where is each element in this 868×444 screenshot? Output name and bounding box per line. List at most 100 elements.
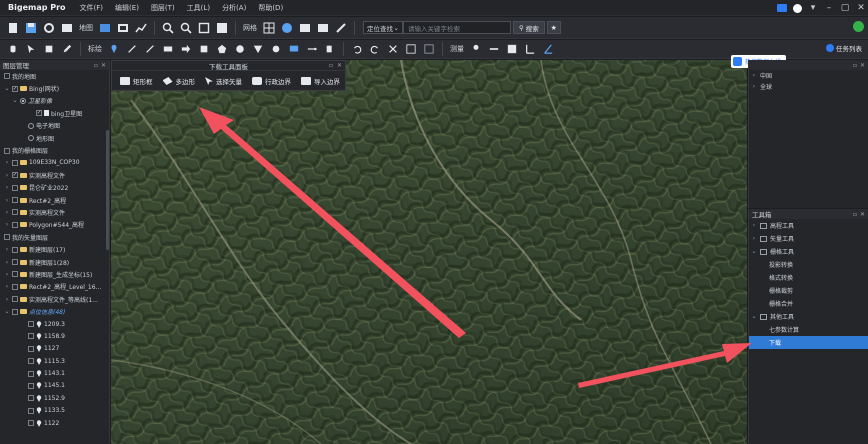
layer-checkbox[interactable] — [28, 358, 34, 365]
cut-icon[interactable] — [386, 42, 400, 56]
layer-checkbox[interactable]: ✓ — [12, 172, 18, 179]
layer-item[interactable]: 1115.3 — [0, 355, 109, 367]
settings-icon[interactable]: ▾ — [808, 0, 818, 16]
layer-panel-scrollbar[interactable] — [106, 130, 109, 250]
layer-item[interactable]: 地形图 — [0, 132, 109, 144]
expand-chevron-icon[interactable]: › — [4, 246, 10, 253]
layer-item[interactable]: › 新建图层1(28) — [0, 256, 109, 268]
measure-area-icon[interactable] — [505, 42, 519, 56]
table-icon[interactable] — [298, 21, 312, 35]
layer-checkbox[interactable] — [12, 283, 18, 290]
layer-item[interactable]: › 109E33N_COP30 — [0, 157, 109, 169]
map-source-icon[interactable] — [98, 21, 112, 35]
mark-label[interactable]: 标绘 — [88, 44, 102, 54]
pentagon-draw-icon[interactable] — [215, 42, 229, 56]
layer-item[interactable]: 1158.9 — [0, 330, 109, 342]
measure-height-icon[interactable] — [523, 42, 537, 56]
pan-hand-icon[interactable] — [6, 42, 20, 56]
menu-item[interactable]: 分析(A) — [216, 3, 252, 13]
grid-view-icon[interactable] — [215, 21, 229, 35]
globe-icon[interactable] — [280, 21, 294, 35]
close-icon[interactable]: ✕ — [337, 62, 342, 69]
basemap-radio[interactable] — [28, 122, 34, 129]
layer-checkbox[interactable] — [4, 73, 10, 80]
layer-item[interactable]: ⌄ 卫星影像 — [0, 95, 109, 107]
expand-chevron-icon[interactable]: ⌄ — [751, 248, 757, 255]
settings-gear-icon[interactable] — [42, 21, 56, 35]
save-icon[interactable] — [24, 21, 38, 35]
clear-icon[interactable] — [404, 42, 418, 56]
tool-group[interactable]: ⌄ 其他工具 — [749, 310, 868, 323]
float-icon[interactable]: ▫ — [853, 211, 857, 218]
menu-item[interactable]: 工具(L) — [181, 3, 216, 13]
layer-checkbox[interactable] — [12, 209, 18, 216]
layer-checkbox[interactable] — [12, 159, 18, 166]
expand-chevron-icon[interactable]: › — [751, 72, 757, 79]
circle-draw-icon[interactable] — [233, 42, 247, 56]
search-button[interactable]: ⚲ 搜索 — [513, 21, 545, 34]
message-icon[interactable] — [777, 4, 787, 12]
map-label[interactable]: 地图 — [79, 23, 93, 33]
online-status-icon[interactable] — [853, 21, 864, 32]
expand-chevron-icon[interactable]: › — [751, 83, 757, 90]
layer-item[interactable]: › 昆仑矿业2022 — [0, 182, 109, 194]
region-item[interactable]: › 全球 — [749, 81, 868, 92]
layer-item[interactable]: › 实测高程文件 — [0, 206, 109, 218]
zoom-out-icon[interactable] — [179, 21, 193, 35]
select-box-icon[interactable] — [42, 42, 56, 56]
locate-select[interactable]: 定位查找 ⌄ — [363, 21, 403, 34]
layer-checkbox[interactable] — [28, 420, 34, 427]
tool-group[interactable]: › 矢量工具 — [749, 232, 868, 245]
layer-checkbox[interactable] — [12, 221, 18, 228]
layer-item[interactable]: › 实测高程文件_等高线(1... — [0, 293, 109, 305]
close-icon[interactable]: ✕ — [856, 0, 866, 16]
tool-item[interactable]: 栅格合并 — [749, 297, 868, 310]
expand-chevron-icon[interactable]: ⌄ — [12, 97, 18, 104]
layer-item[interactable]: 1143.1 — [0, 367, 109, 379]
layer-item[interactable]: ✓ bing卫星图 — [0, 107, 109, 119]
layer-checkbox[interactable]: ✓ — [36, 110, 42, 117]
layer-checkbox[interactable] — [12, 246, 18, 253]
label-icon[interactable] — [323, 42, 337, 56]
connector-icon[interactable] — [305, 42, 319, 56]
chart-icon[interactable] — [134, 21, 148, 35]
download-rectangle-button[interactable]: 矩形框 — [116, 74, 157, 88]
arrow-draw-icon[interactable] — [179, 42, 193, 56]
select-pointer-icon[interactable] — [24, 42, 38, 56]
download-admin-boundary-button[interactable]: 行政边界 — [248, 74, 295, 88]
basemap-radio[interactable] — [20, 97, 26, 104]
expand-chevron-icon[interactable]: › — [4, 221, 10, 228]
expand-chevron-icon[interactable]: › — [4, 159, 10, 166]
expand-chevron-icon[interactable]: ⌄ — [4, 308, 10, 315]
expand-chevron-icon[interactable]: › — [4, 271, 10, 278]
square-draw-icon[interactable] — [197, 42, 211, 56]
float-icon[interactable]: ▫ — [94, 62, 98, 69]
point-marker-icon[interactable] — [107, 42, 121, 56]
fit-extent-icon[interactable] — [197, 21, 211, 35]
layer-checkbox[interactable] — [28, 395, 34, 402]
layer-item[interactable]: 1209.3 — [0, 318, 109, 330]
layer-checkbox[interactable] — [28, 382, 34, 389]
delete-icon[interactable] — [422, 42, 436, 56]
panel-close-icon[interactable]: ✕ — [860, 211, 865, 218]
expand-chevron-icon[interactable]: › — [4, 184, 10, 191]
layer-checkbox[interactable] — [4, 147, 10, 154]
expand-chevron-icon[interactable]: › — [4, 296, 10, 303]
layer-checkbox[interactable] — [12, 308, 18, 315]
expand-chevron-icon[interactable]: › — [4, 197, 10, 204]
tool-item[interactable]: 投影转换 — [749, 258, 868, 271]
layer-item[interactable]: › ✓ 实测高程文件 — [0, 169, 109, 181]
tool-item[interactable]: 下载 — [749, 336, 868, 349]
download-polygon-button[interactable]: 多边形 — [159, 74, 200, 88]
tool-group[interactable]: › 高程工具 — [749, 219, 868, 232]
favorite-star-button[interactable]: ★ — [546, 21, 561, 34]
layer-item[interactable]: 1122 — [0, 417, 109, 429]
tool-item[interactable]: 栅格裁剪 — [749, 284, 868, 297]
layer-item[interactable]: › 新建图层(17) — [0, 243, 109, 255]
expand-chevron-icon[interactable]: › — [751, 222, 757, 229]
menu-item[interactable]: 编辑(E) — [109, 3, 145, 13]
layer-item[interactable]: 1152.9 — [0, 392, 109, 404]
comment-icon[interactable] — [287, 42, 301, 56]
new-file-icon[interactable] — [6, 21, 20, 35]
maximize-icon[interactable]: ▢ — [840, 0, 850, 16]
